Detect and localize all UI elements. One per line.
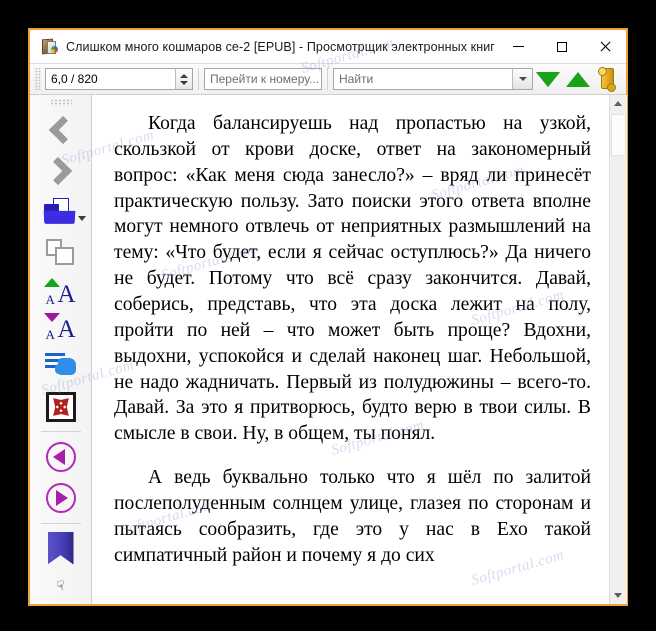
add-bookmark-button[interactable] xyxy=(35,527,87,568)
find-previous-icon xyxy=(566,71,590,87)
chevron-down-icon xyxy=(518,77,527,81)
vertical-scrollbar[interactable] xyxy=(609,95,627,604)
paragraph: А ведь буквально только что я шёл по зал… xyxy=(114,467,591,566)
maximize-button[interactable] xyxy=(540,30,583,63)
maximize-icon xyxy=(556,41,567,52)
forward-button[interactable] xyxy=(35,151,87,192)
spinner-up-icon[interactable] xyxy=(180,73,188,78)
bookmark-roll-button[interactable] xyxy=(593,66,623,92)
hand-select-icon xyxy=(44,352,77,380)
close-icon xyxy=(599,41,610,52)
open-file-button[interactable] xyxy=(35,192,87,233)
page-number-input[interactable] xyxy=(46,69,175,89)
scroll-down-button[interactable] xyxy=(609,587,627,604)
find-previous-button[interactable] xyxy=(563,66,593,92)
goto-number-field[interactable] xyxy=(204,68,322,90)
find-input[interactable] xyxy=(334,69,512,89)
copy-pages-icon xyxy=(45,239,76,267)
minimize-button[interactable] xyxy=(497,30,540,63)
page-stepper-buttons[interactable] xyxy=(175,69,192,89)
scroll-up-button[interactable] xyxy=(609,95,627,112)
find-next-icon xyxy=(536,71,560,87)
window-controls xyxy=(497,30,626,63)
find-next-button[interactable] xyxy=(533,66,563,92)
sidebar-divider xyxy=(40,522,81,524)
fullscreen-button[interactable] xyxy=(35,386,87,427)
back-button[interactable] xyxy=(35,110,87,151)
bookmark-icon xyxy=(47,531,74,565)
toolbar-grip[interactable] xyxy=(34,68,41,90)
font-decrease-icon: AA xyxy=(43,313,79,342)
sidebar-grip[interactable] xyxy=(49,99,72,106)
increase-font-button[interactable]: AA xyxy=(35,274,87,310)
title-bar: Слишком много кошмаров се-2 [EPUB] - Про… xyxy=(30,30,626,63)
scrollbar-track[interactable] xyxy=(609,112,627,587)
fullscreen-icon xyxy=(45,391,76,422)
next-page-button[interactable] xyxy=(35,477,87,518)
spinner-down-icon[interactable] xyxy=(180,80,188,85)
goto-number-input[interactable] xyxy=(205,71,321,87)
window-body: AA AA ☟ Когда балансируешь над пропастью… xyxy=(30,95,627,604)
find-field[interactable] xyxy=(333,68,533,90)
sidebar-divider xyxy=(40,431,81,433)
minimize-icon xyxy=(513,46,524,47)
circle-next-icon xyxy=(45,482,76,513)
chevron-down-icon[interactable] xyxy=(77,215,86,221)
page-content: Когда балансируешь над пропастью на узко… xyxy=(92,95,609,569)
previous-page-button[interactable] xyxy=(35,436,87,477)
toolbar-separator xyxy=(327,68,328,90)
top-toolbar xyxy=(30,63,626,95)
chevron-left-icon xyxy=(48,115,78,145)
left-toolbar: AA AA ☟ xyxy=(30,95,92,604)
close-button[interactable] xyxy=(583,30,626,63)
chevron-right-icon xyxy=(43,157,73,186)
window-title: Слишком много кошмаров се-2 [EPUB] - Про… xyxy=(66,39,495,54)
select-tool-button[interactable] xyxy=(35,345,87,386)
open-folder-icon xyxy=(43,198,78,226)
document-page[interactable]: Когда балансируешь над пропастью на узко… xyxy=(92,95,609,604)
overflow-button[interactable]: ☟ xyxy=(35,569,87,605)
application-window: Слишком много кошмаров се-2 [EPUB] - Про… xyxy=(28,28,628,606)
page-number-stepper[interactable] xyxy=(45,68,193,90)
ebook-icon xyxy=(40,38,58,56)
scroll-roll-icon xyxy=(598,67,618,92)
find-dropdown-button[interactable] xyxy=(512,69,532,89)
font-increase-icon: AA xyxy=(43,277,79,307)
paragraph: Когда балансируешь над пропастью на узко… xyxy=(114,113,591,445)
circle-prev-icon xyxy=(45,441,76,472)
chevron-double-down-icon: ☟ xyxy=(56,578,65,594)
scroll-thumb[interactable] xyxy=(610,114,626,156)
scroll-up-icon xyxy=(614,101,622,106)
scroll-down-icon xyxy=(614,593,622,598)
decrease-font-button[interactable]: AA xyxy=(35,310,87,346)
toolbar-separator xyxy=(198,68,199,90)
copy-pages-button[interactable] xyxy=(35,233,87,274)
